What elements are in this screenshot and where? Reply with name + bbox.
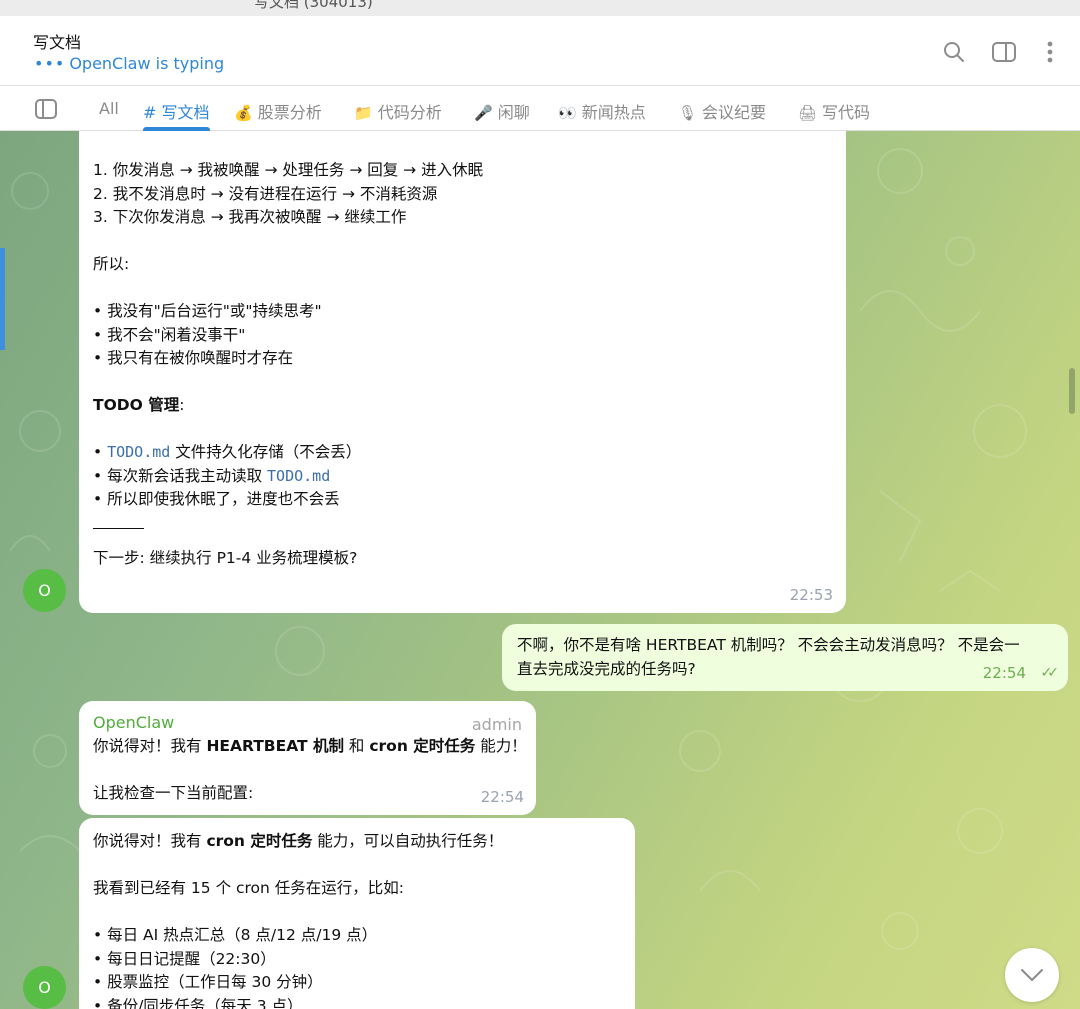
- window-title-strip: 写文档 (304013): [0, 0, 1080, 16]
- message-line: 你说得对！我有 HEARTBEAT 机制 和 cron 定时任务 能力！: [93, 736, 527, 755]
- typing-status-text: OpenClaw is typing: [69, 54, 225, 73]
- horizontal-rule: [93, 527, 144, 529]
- avatar[interactable]: O: [23, 569, 66, 612]
- message-line: • 我不会"闲着没事干": [93, 325, 246, 344]
- chat-title[interactable]: 写文档: [33, 29, 81, 53]
- message-line: 直去完成没完成的任务吗?: [517, 659, 696, 678]
- folder-icon: 📁: [354, 104, 373, 122]
- message-line: • 我只有在被你唤醒时才存在: [93, 349, 294, 367]
- tab-code-analysis[interactable]: 📁 代码分析: [354, 99, 442, 123]
- sender-role-badge: admin: [471, 715, 522, 734]
- money-bag-icon: 💰: [234, 104, 253, 122]
- folder-tabs: All # 写文档 💰 股票分析 📁 代码分析 🎤 闲聊 👀 新闻热点 🎙 会议纪要 🖨 写…: [0, 87, 1080, 131]
- studio-microphone-icon: 🎙: [678, 104, 698, 122]
- message-line: 不啊，你不是有啥 HERTBEAT 机制吗？ 不会会主动发消息吗？ 不是会一: [517, 636, 1020, 654]
- list-item: • 股票监控（工作日每 30 分钟）: [93, 973, 323, 991]
- message-bubble-incoming[interactable]: 你说得对！我有 cron 定时任务 能力，可以自动执行任务！ 我看到已经有 15…: [79, 818, 635, 1009]
- message-bubble-incoming[interactable]: OpenClaw admin 你说得对！我有 HEARTBEAT 机制 和 cr…: [79, 701, 536, 815]
- window-title: 写文档 (304013): [254, 0, 373, 11]
- typing-status: ••• OpenClaw is typing: [34, 54, 224, 73]
- sender-name[interactable]: OpenClaw: [93, 711, 522, 735]
- message-line: 下一步: 继续执行 P1-4 业务梳理模板?: [93, 548, 358, 567]
- left-edge-accent: [0, 248, 5, 350]
- message-time: 22:54: [480, 787, 524, 806]
- message-time: 22:54: [982, 663, 1026, 682]
- eyes-icon: 👀: [558, 104, 577, 122]
- message-line: 2. 我不发消息时 → 没有进程在运行 → 不消耗资源: [93, 184, 438, 203]
- chevron-down-icon: [1021, 969, 1043, 981]
- tab-stock-analysis[interactable]: 💰 股票分析: [234, 99, 322, 123]
- message-line: 我看到已经有 15 个 cron 任务在运行，比如:: [93, 879, 405, 897]
- code-span: TODO.md: [267, 466, 331, 485]
- tab-news[interactable]: 👀 新闻热点: [558, 99, 646, 123]
- folders-sidebar-icon[interactable]: [34, 98, 58, 124]
- list-item: • 每日 AI 热点汇总（8 点/12 点/19 点）: [93, 926, 378, 944]
- search-icon[interactable]: [940, 38, 968, 66]
- message-line: 3. 下次你发消息 → 我再次被唤醒 → 继续工作: [93, 208, 407, 226]
- message-line: • 我没有"后台运行"或"持续思考": [93, 302, 322, 320]
- message-bubble-outgoing[interactable]: 不啊，你不是有啥 HERTBEAT 机制吗？ 不会会主动发消息吗？ 不是会一 直…: [502, 624, 1068, 691]
- code-span: TODO.md: [107, 443, 171, 461]
- more-vertical-icon[interactable]: [1036, 38, 1064, 66]
- printer-icon: 🖨: [798, 104, 818, 122]
- list-item: • 备份/同步任务（每天 3 点）: [93, 996, 303, 1009]
- tab-write-docs[interactable]: # 写文档: [143, 99, 210, 123]
- microphone-icon: 🎤: [474, 104, 493, 122]
- message-line: • 每次新会话我主动读取 TODO.md: [93, 466, 331, 485]
- typing-dots-icon: •••: [34, 54, 66, 73]
- message-line: • 所以即使我休眠了，进度也不会丢: [93, 490, 340, 508]
- read-receipt-icon: ✓✓: [1040, 664, 1060, 681]
- message-bubble-incoming[interactable]: 1. 你发消息 → 我被唤醒 → 处理任务 → 回复 → 进入休眠 2. 我不发…: [79, 131, 846, 613]
- scroll-to-bottom-button[interactable]: [1005, 948, 1059, 1002]
- avatar[interactable]: O: [23, 966, 66, 1009]
- message-line: 所以:: [93, 255, 130, 273]
- todo-heading: TODO 管理:: [93, 396, 185, 414]
- tab-meeting-notes[interactable]: 🎙 会议纪要: [678, 99, 766, 123]
- tab-write-code[interactable]: 🖨 写代码: [798, 99, 870, 123]
- list-item: • 每日日记提醒（22:30）: [93, 949, 276, 968]
- message-line: 1. 你发消息 → 我被唤醒 → 处理任务 → 回复 → 进入休眠: [93, 161, 484, 179]
- sidebar-panel-icon[interactable]: [990, 38, 1018, 66]
- tab-chat[interactable]: 🎤 闲聊: [474, 99, 530, 123]
- tab-all[interactable]: All: [99, 99, 119, 118]
- message-time: 22:53: [789, 585, 833, 604]
- message-line: 让我检查一下当前配置:: [93, 783, 254, 802]
- message-line: 你说得对！我有 cron 定时任务 能力，可以自动执行任务！: [93, 832, 504, 850]
- message-line: • TODO.md 文件持久化存储（不会丢）: [93, 443, 362, 461]
- chat-area[interactable]: 1. 你发消息 → 我被唤醒 → 处理任务 → 回复 → 进入休眠 2. 我不发…: [0, 131, 1080, 1009]
- scrollbar-thumb[interactable]: [1069, 368, 1075, 414]
- chat-header: 写文档 ••• OpenClaw is typing: [0, 16, 1080, 86]
